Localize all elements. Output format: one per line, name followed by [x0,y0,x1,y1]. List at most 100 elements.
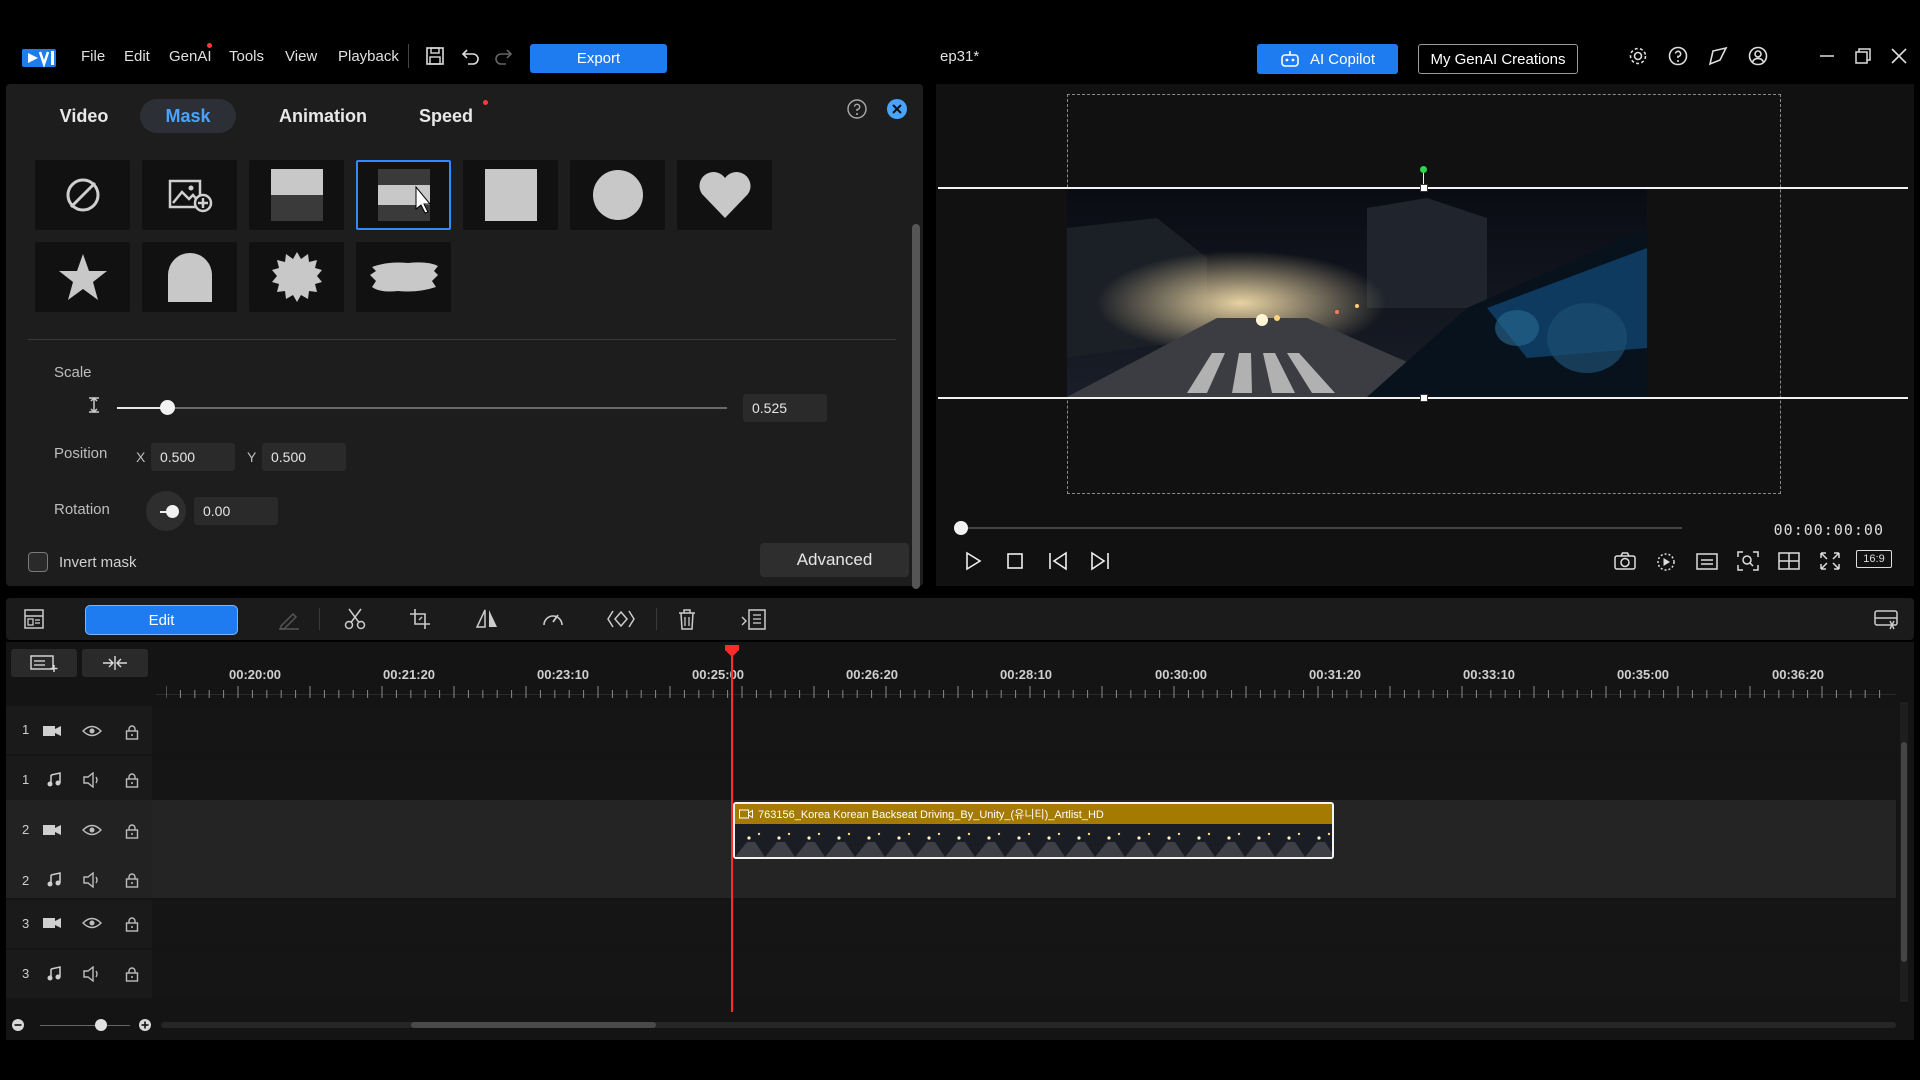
stop-icon[interactable] [1004,550,1026,572]
tab-video[interactable]: Video [44,99,124,133]
menu-file[interactable]: File [81,48,105,65]
rotation-value-field[interactable]: 0.00 [194,497,278,525]
ai-copilot-button[interactable]: AI Copilot [1257,44,1398,74]
timeline-horizontal-scroll-thumb[interactable] [411,1022,656,1028]
help-icon[interactable] [1667,45,1689,67]
play-icon[interactable] [962,550,984,572]
track-row-audio-3[interactable]: 3 [6,950,1896,998]
next-frame-icon[interactable] [1088,550,1112,572]
track-visibility-icon[interactable] [82,724,102,743]
track-lock-icon[interactable] [124,966,140,987]
snapshot-icon[interactable] [1613,550,1637,572]
advanced-button[interactable]: Advanced [760,543,909,577]
mask-star[interactable] [35,242,130,312]
track-mute-icon[interactable] [82,965,102,987]
track-visibility-icon[interactable] [82,823,102,842]
keyframe-icon[interactable] [606,607,636,631]
tools-menu-icon[interactable] [740,607,768,631]
zoom-in-icon[interactable] [138,1018,152,1032]
split-scissors-icon[interactable] [342,607,368,631]
zoom-out-icon[interactable] [11,1018,25,1032]
crop-icon[interactable] [408,607,434,631]
aspect-ratio-button[interactable]: 16:9 [1856,550,1892,568]
account-icon[interactable] [1747,45,1769,67]
menu-genai[interactable]: GenAI [169,48,212,65]
mask-brush[interactable] [356,242,451,312]
track-lock-icon[interactable] [124,916,140,937]
render-preview-icon[interactable] [1654,550,1678,572]
invert-mask-checkbox[interactable] [28,552,48,572]
scale-slider-track[interactable] [117,407,727,409]
subtitle-icon[interactable] [1695,550,1719,572]
mask-none[interactable] [35,160,130,230]
mask-arch[interactable] [142,242,237,312]
mask-rectangle[interactable] [463,160,558,230]
track-lock-icon[interactable] [124,772,140,793]
grid-lines-icon[interactable] [1777,550,1801,572]
my-genai-creations-button[interactable]: My GenAI Creations [1418,44,1578,74]
track-mute-icon[interactable] [82,771,102,793]
track-row-video-1[interactable]: 1 [6,706,1896,754]
zoom-preview-icon[interactable] [1736,550,1760,572]
mask-horizontal-band[interactable] [356,160,451,230]
fit-timeline-button[interactable] [82,649,148,677]
video-clip[interactable]: 763156_Korea Korean Backseat Driving_By_… [733,802,1334,859]
track-lock-icon[interactable] [124,872,140,893]
track-manager-button[interactable] [11,649,77,677]
zoom-slider-track[interactable] [40,1025,130,1026]
fix-enhance-icon[interactable] [276,607,302,631]
mask-top-handle[interactable] [1420,184,1428,192]
preview-seek-handle[interactable] [954,521,968,535]
preview-seek-track[interactable] [960,527,1682,529]
fullscreen-icon[interactable] [1818,550,1842,572]
timeline-vertical-scroll-track[interactable] [1900,702,1908,1002]
panel-close-icon[interactable] [886,98,908,120]
mask-circle[interactable] [570,160,665,230]
mask-image[interactable] [142,160,237,230]
edit-button[interactable]: Edit [85,605,238,635]
panel-scrollbar[interactable] [912,224,920,589]
menu-tools[interactable]: Tools [229,48,264,65]
previous-frame-icon[interactable] [1046,550,1070,572]
speed-icon[interactable] [540,607,566,631]
mask-bottom-handle[interactable] [1420,394,1428,402]
panel-help-icon[interactable] [846,98,868,120]
undo-icon[interactable] [459,45,481,67]
menu-view[interactable]: View [285,48,317,65]
menu-playback[interactable]: Playback [338,48,399,65]
rotation-handle[interactable] [1420,166,1427,173]
track-visibility-icon[interactable] [82,916,102,935]
menu-edit[interactable]: Edit [124,48,150,65]
save-icon[interactable] [424,45,446,67]
delete-icon[interactable] [674,607,700,631]
feedback-icon[interactable] [1707,45,1729,67]
track-lock-icon[interactable] [124,823,140,844]
tab-mask[interactable]: Mask [140,99,236,133]
close-icon[interactable] [1888,45,1910,67]
timeline-horizontal-scroll-track[interactable] [161,1022,1896,1028]
mask-heart[interactable] [677,160,772,230]
flip-icon[interactable] [474,607,500,631]
timeline-view-icon[interactable] [1872,607,1900,631]
restore-icon[interactable] [1852,45,1874,67]
track-row-video-3[interactable]: 3 [6,900,1896,948]
position-x-field[interactable]: 0.500 [151,443,235,471]
position-y-field[interactable]: 0.500 [262,443,346,471]
scale-value-field[interactable]: 0.525 [743,394,827,422]
scale-slider-handle[interactable] [160,400,175,415]
track-row-audio-2[interactable]: 2 [6,862,1896,898]
minimize-icon[interactable] [1816,45,1838,67]
mask-burst[interactable] [249,242,344,312]
mask-top-half[interactable] [249,160,344,230]
tab-speed[interactable]: Speed [406,99,486,133]
track-mute-icon[interactable] [82,871,102,893]
settings-icon[interactable] [1627,45,1649,67]
media-library-icon[interactable] [22,607,46,631]
track-row-audio-1[interactable]: 1 [6,756,1896,804]
redo-icon[interactable] [493,45,515,67]
rotation-dial[interactable] [146,491,186,531]
export-button[interactable]: Export [530,44,667,73]
tab-animation[interactable]: Animation [259,99,387,133]
timeline-vertical-scroll-thumb[interactable] [1901,742,1907,962]
track-lock-icon[interactable] [124,724,140,745]
